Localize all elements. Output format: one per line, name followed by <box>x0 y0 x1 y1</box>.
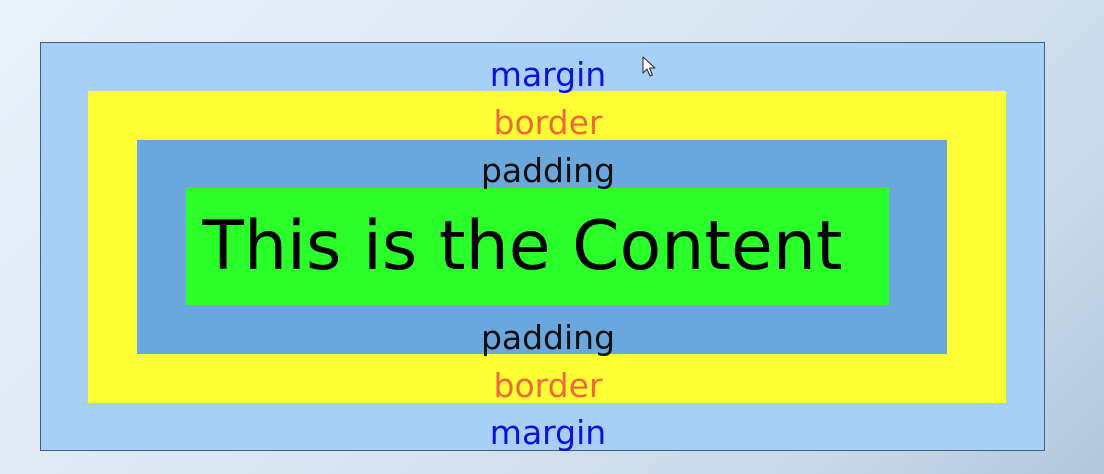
margin-label-bottom: margin <box>489 413 607 452</box>
content-text: This is the Content <box>202 206 843 286</box>
border-label-top: border <box>493 103 603 142</box>
border-label-bottom: border <box>493 366 603 405</box>
margin-label-top: margin <box>489 55 607 94</box>
padding-label-top: padding <box>480 151 616 190</box>
mouse-pointer-icon <box>642 56 656 77</box>
content-box: This is the Content <box>186 188 889 305</box>
padding-label-bottom: padding <box>480 318 616 357</box>
